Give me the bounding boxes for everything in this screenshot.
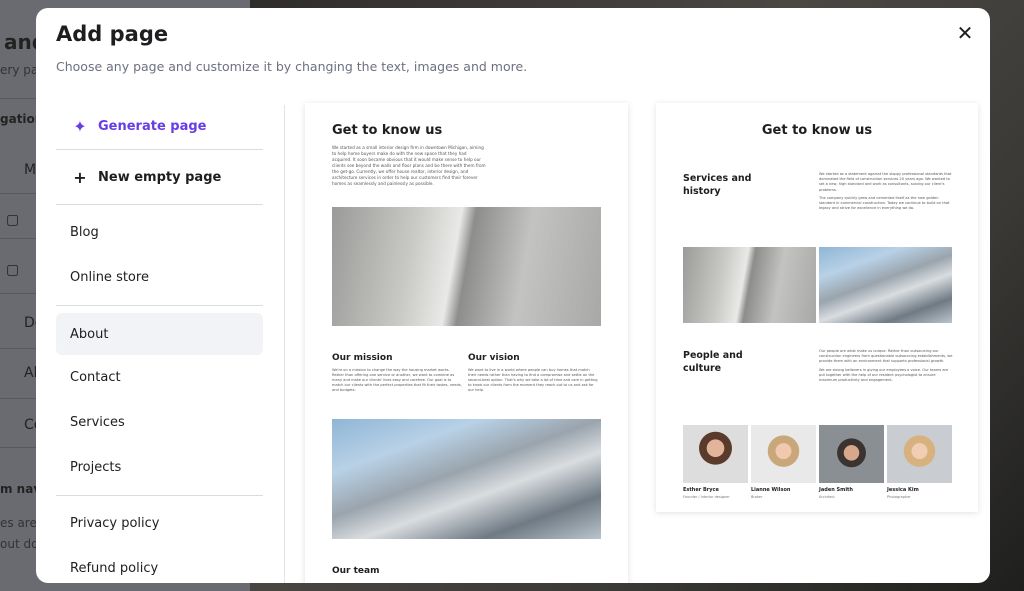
services-p2: The company quickly grew and cemented it…: [819, 195, 950, 211]
team-name: Lianne Wilson: [751, 487, 791, 493]
building-image: [332, 419, 601, 539]
sidebar-item-privacy-policy[interactable]: Privacy policy: [56, 501, 263, 546]
services-text: We started as a statement against the sl…: [819, 172, 954, 211]
people-p2: We are strong believers in giving our em…: [819, 367, 949, 383]
sidebar-item-projects[interactable]: Projects: [56, 445, 263, 490]
people-p1: Our people are what make us unique. Rath…: [819, 349, 953, 364]
architecture-image: [332, 207, 601, 326]
services-p1: We started as a statement against the sl…: [819, 172, 952, 192]
architecture-image: [683, 247, 816, 323]
modal-subtitle: Choose any page and customize it by chan…: [56, 59, 528, 74]
vision-title: Our vision: [468, 353, 520, 363]
page-type-sidebar: ✦ Generate page + New empty page Blog Onli…: [56, 103, 263, 583]
team-photo: [887, 425, 952, 483]
sidebar-item-refund-policy[interactable]: Refund policy: [56, 546, 263, 583]
generate-label: Generate page: [98, 118, 207, 134]
preview-title: Get to know us: [332, 123, 443, 138]
sidebar-item-blog[interactable]: Blog: [56, 210, 263, 255]
team-photo: [751, 425, 816, 483]
plus-icon: +: [73, 167, 87, 187]
add-page-modal: Add page Choose any page and customize i…: [36, 8, 990, 583]
team-name: Jaden Smith: [819, 487, 853, 493]
team-photo: [819, 425, 884, 483]
team-role: Broker: [751, 495, 763, 499]
team-role: Founder / Interior designer: [683, 495, 730, 499]
sparkle-icon: ✦: [73, 116, 87, 136]
bg-section: m nav: [0, 482, 42, 496]
generate-page-button[interactable]: ✦ Generate page: [56, 103, 263, 149]
new-empty-page-button[interactable]: + New empty page: [56, 150, 263, 204]
bg-text: out do: [0, 537, 39, 551]
sidebar-item-services[interactable]: Services: [56, 400, 263, 445]
bg-text: es are: [0, 516, 37, 530]
team-role: Architect: [819, 495, 835, 499]
mission-text: We're on a mission to change the way the…: [332, 368, 462, 392]
preview-title: Get to know us: [761, 123, 873, 138]
file-icon: ▢: [6, 262, 20, 278]
vision-text: We want to live in a world where people …: [468, 368, 598, 392]
template-preview-2[interactable]: Get to know us Services and history We s…: [656, 103, 978, 512]
sidebar-item-online-store[interactable]: Online store: [56, 255, 263, 300]
bg-sub: ery pa: [0, 63, 39, 77]
services-title: Services and history: [683, 173, 752, 197]
team-name: Jessica Kim: [887, 487, 919, 493]
people-text: Our people are what make us unique. Rath…: [819, 349, 954, 383]
building-image: [819, 247, 952, 323]
mission-title: Our mission: [332, 353, 393, 363]
team-photo: [683, 425, 748, 483]
modal-title: Add page: [56, 22, 169, 46]
sidebar-item-contact[interactable]: Contact: [56, 355, 263, 400]
team-role: Photographer: [887, 495, 911, 499]
template-preview-1[interactable]: Get to know us We started as a small int…: [305, 103, 628, 583]
sidebar-item-about[interactable]: About: [56, 313, 263, 355]
close-icon[interactable]: ✕: [954, 22, 976, 44]
people-title: People and culture: [683, 350, 743, 374]
new-empty-label: New empty page: [98, 169, 222, 185]
team-title: Our team: [332, 566, 380, 576]
team-name: Esther Bryce: [683, 487, 719, 493]
file-icon: ▢: [6, 212, 20, 228]
preview-intro: We started as a small interior design fi…: [332, 145, 486, 186]
